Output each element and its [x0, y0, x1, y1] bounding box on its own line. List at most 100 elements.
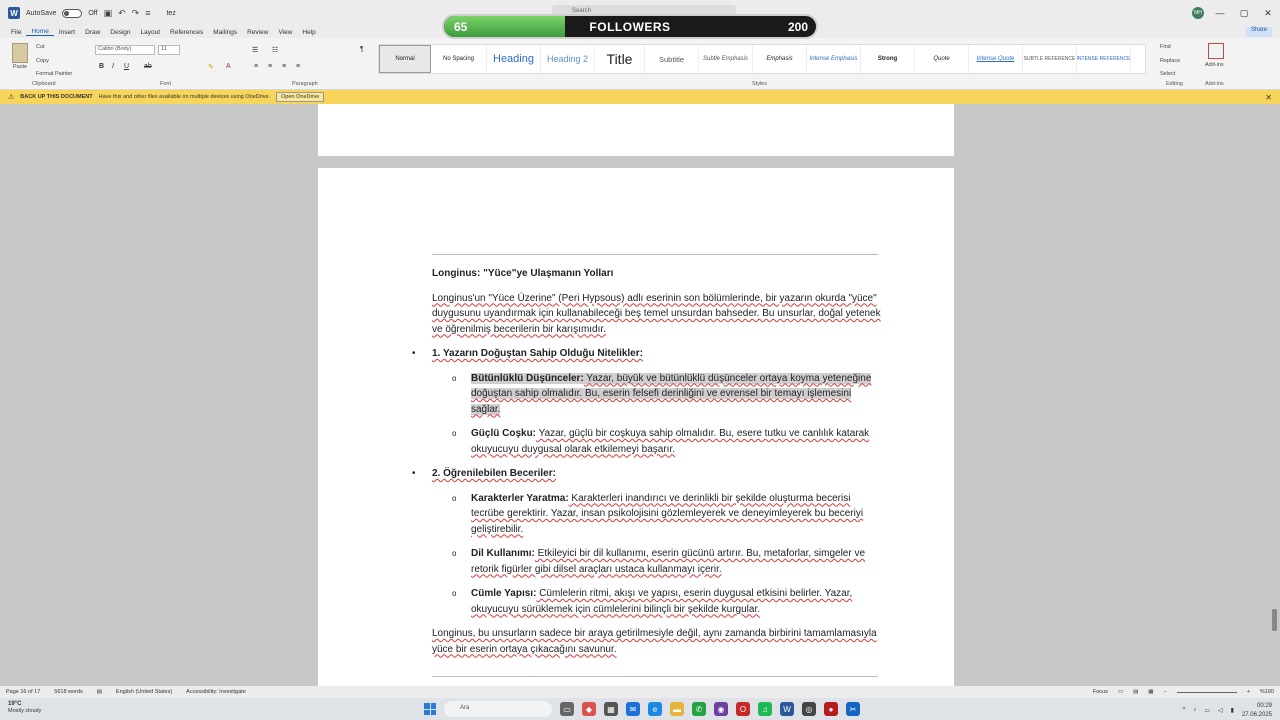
microphone-icon[interactable]: ♪ [1193, 707, 1196, 713]
justify-icon[interactable]: ≡ [296, 63, 300, 70]
user-avatar[interactable]: MH [1192, 7, 1204, 19]
paste-icon[interactable] [12, 43, 28, 63]
style-heading-2[interactable]: Heading 2 [541, 45, 595, 73]
numbering-icon[interactable]: ☷ [272, 46, 278, 54]
replace-button[interactable]: Replace [1160, 58, 1180, 64]
share-button[interactable]: Share [1245, 27, 1272, 37]
edge-icon[interactable]: e [648, 702, 662, 716]
minimize-button[interactable]: — [1208, 8, 1232, 18]
clock[interactable]: 00:29 27.06.2025 [1242, 701, 1272, 719]
spotify-icon[interactable]: ♫ [758, 702, 772, 716]
redo-icon[interactable]: ↷ [132, 8, 140, 19]
current-page[interactable]: Longinus: "Yüce"ye Ulaşmanın Yolları Lon… [318, 168, 954, 686]
focus-button[interactable]: Focus [1093, 689, 1108, 695]
word-taskbar-icon[interactable]: W [780, 702, 794, 716]
zoom-level[interactable]: %160 [1260, 689, 1274, 695]
mail-icon[interactable]: ✉ [626, 702, 640, 716]
align-left-icon[interactable]: ≡ [254, 63, 258, 70]
font-family-select[interactable]: Calibri (Body) [95, 45, 155, 55]
tab-file[interactable]: File [6, 29, 26, 36]
tab-insert[interactable]: Insert [54, 29, 80, 36]
print-layout-icon[interactable]: ▤ [1133, 689, 1138, 695]
discord-icon[interactable]: ◉ [714, 702, 728, 716]
read-mode-icon[interactable]: ▭ [1118, 689, 1123, 695]
paste-button[interactable]: Paste [13, 64, 27, 70]
undo-icon[interactable]: ↶ [118, 8, 126, 19]
select-button[interactable]: Select [1160, 71, 1175, 77]
microsoft-store-icon[interactable]: ▦ [604, 702, 618, 716]
style-heading[interactable]: Heading [487, 45, 541, 73]
customize-toolbar-icon[interactable]: ≡ [145, 8, 150, 18]
proofing-icon[interactable]: ▤ [97, 689, 102, 695]
align-center-icon[interactable]: ≡ [268, 63, 272, 70]
tab-design[interactable]: Design [105, 29, 135, 36]
accessibility-status[interactable]: Accessibility: Investigate [186, 689, 246, 695]
style-intense-quote[interactable]: Intense Quote [969, 45, 1023, 73]
vertical-scrollbar[interactable] [1272, 609, 1277, 631]
tab-home[interactable]: Home [26, 28, 54, 36]
obs-icon[interactable]: ◎ [802, 702, 816, 716]
style-title[interactable]: Title [595, 45, 645, 73]
style-subtle-emphasis[interactable]: Subtle Emphasis [699, 45, 753, 73]
bold-button[interactable]: B [99, 63, 104, 70]
style-normal[interactable]: Normal [379, 45, 431, 73]
tab-layout[interactable]: Layout [136, 29, 166, 36]
style-intense-reference[interactable]: INTENSE REFERENCE [1077, 45, 1131, 73]
recorder-icon[interactable]: ● [824, 702, 838, 716]
addins-icon[interactable] [1208, 43, 1224, 59]
page-count[interactable]: Page 16 of 17 [6, 689, 40, 695]
copy-button[interactable]: Copy [36, 58, 49, 64]
find-button[interactable]: Find [1160, 44, 1171, 50]
style-intense-emphasis[interactable]: Intense Emphasis [807, 45, 861, 73]
weather-widget[interactable]: 19°C Mostly cloudy [8, 701, 41, 715]
maximize-button[interactable]: ▢ [1232, 8, 1256, 19]
cut-button[interactable]: Cut [36, 44, 45, 50]
file-explorer-icon[interactable]: ▬ [670, 702, 684, 716]
show-formatting-icon[interactable]: ¶ [360, 46, 364, 53]
close-infobar-icon[interactable]: ✕ [1265, 93, 1272, 102]
autosave-toggle[interactable] [62, 8, 83, 18]
style-subtitle[interactable]: Subtitle [645, 45, 699, 73]
start-icon[interactable] [424, 703, 436, 715]
tab-references[interactable]: References [165, 29, 208, 36]
font-size-select[interactable]: 11 [158, 45, 180, 55]
language-status[interactable]: English (United States) [116, 689, 172, 695]
save-icon[interactable]: ▣ [104, 8, 113, 19]
zoom-out-icon[interactable]: − [1163, 689, 1166, 695]
battery-icon[interactable]: ▮ [1231, 707, 1234, 714]
tab-view[interactable]: View [273, 29, 297, 36]
taskbar-search-input[interactable]: Ara [444, 701, 552, 717]
volume-icon[interactable]: ◁ [1218, 707, 1223, 714]
bullets-icon[interactable]: ☰ [252, 46, 258, 54]
style-strong[interactable]: Strong [861, 45, 915, 73]
tab-draw[interactable]: Draw [80, 29, 105, 36]
format-painter-button[interactable]: Format Painter [36, 71, 72, 77]
align-right-icon[interactable]: ≡ [282, 63, 286, 70]
copilot-icon[interactable]: ◆ [582, 702, 596, 716]
highlight-color-icon[interactable]: ✎ [208, 63, 214, 71]
style-no-spacing[interactable]: No Spacing [431, 45, 487, 73]
document-name[interactable]: tez [166, 10, 175, 17]
web-layout-icon[interactable]: ▦ [1148, 689, 1153, 695]
word-count[interactable]: 5618 words [54, 689, 82, 695]
zoom-in-icon[interactable]: + [1247, 689, 1250, 695]
font-color-icon[interactable]: A [226, 63, 231, 70]
zoom-slider[interactable] [1176, 691, 1237, 693]
document-canvas[interactable]: Longinus: "Yüce"ye Ulaşmanın Yolları Lon… [0, 104, 1280, 686]
task-view-icon[interactable]: ▭ [560, 702, 574, 716]
style-emphasis[interactable]: Emphasis [753, 45, 807, 73]
addins-button[interactable]: Add-ins [1205, 62, 1224, 68]
snipping-tool-icon[interactable]: ✂ [846, 702, 860, 716]
whatsapp-icon[interactable]: ✆ [692, 702, 706, 716]
opera-icon[interactable]: O [736, 702, 750, 716]
strikethrough-button[interactable]: ab [144, 63, 152, 70]
network-icon[interactable]: ▭ [1204, 707, 1210, 714]
tab-mailings[interactable]: Mailings [208, 29, 242, 36]
underline-button[interactable]: U [124, 63, 129, 70]
style-quote[interactable]: Quote [915, 45, 969, 73]
tab-help[interactable]: Help [297, 29, 320, 36]
open-onedrive-button[interactable]: Open OneDrive [276, 92, 325, 102]
tab-review[interactable]: Review [242, 29, 273, 36]
close-window-button[interactable]: ✕ [1256, 8, 1280, 19]
document-body[interactable]: Longinus: "Yüce"ye Ulaşmanın Yolları Lon… [412, 266, 882, 666]
